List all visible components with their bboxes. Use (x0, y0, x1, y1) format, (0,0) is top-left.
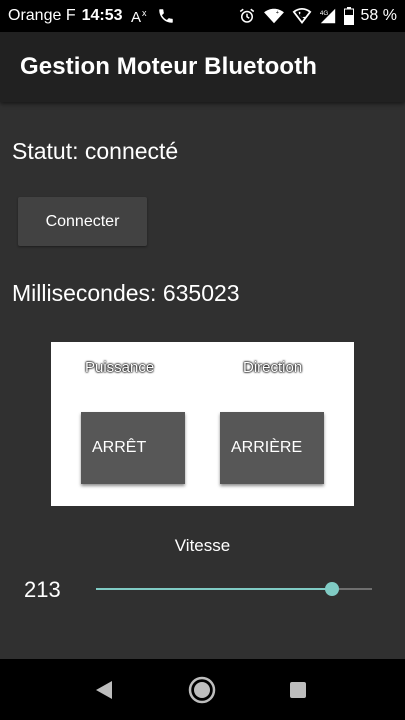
power-toggle-button[interactable]: ARRÊT (81, 412, 185, 484)
home-button[interactable] (172, 659, 232, 720)
text-size-icon: Ax (131, 8, 149, 24)
connection-status: Statut: connecté (12, 138, 179, 164)
app-bar: Gestion Moteur Bluetooth (0, 32, 405, 102)
wifi-call-icon (292, 7, 312, 25)
status-bar: Orange F 14:53 Ax + 4G 58 % (0, 0, 405, 32)
carrier-name: Orange F (8, 7, 76, 24)
phone-icon (157, 7, 175, 25)
navigation-bar (0, 659, 405, 720)
recent-apps-icon (290, 681, 306, 698)
power-label: Puissance (85, 359, 155, 376)
direction-label: Direction (243, 359, 303, 376)
connect-button[interactable]: Connecter (18, 197, 147, 246)
app-title: Gestion Moteur Bluetooth (20, 53, 318, 80)
battery-percentage: 58 % (360, 7, 397, 24)
battery-icon (343, 7, 354, 25)
home-icon (188, 676, 216, 703)
back-icon (96, 680, 112, 699)
speed-slider[interactable] (96, 578, 372, 600)
slider-thumb[interactable] (325, 582, 340, 596)
svg-text:+: + (275, 10, 278, 16)
svg-text:A: A (131, 9, 141, 24)
svg-text:x: x (142, 8, 147, 18)
milliseconds-readout: Millisecondes: 635023 (12, 280, 240, 306)
control-panel: Puissance Direction ARRÊT ARRIÈRE (51, 342, 354, 506)
recent-apps-button[interactable] (268, 659, 328, 720)
speed-value: 213 (24, 577, 61, 602)
alarm-icon (238, 7, 256, 25)
svg-text:4G: 4G (319, 10, 328, 17)
wifi-icon: + (263, 7, 285, 25)
back-button[interactable] (74, 659, 134, 720)
direction-toggle-button[interactable]: ARRIÈRE (220, 412, 324, 484)
slider-fill (96, 588, 333, 590)
clock: 14:53 (81, 7, 123, 24)
speed-label: Vitesse (174, 536, 231, 555)
signal-icon: 4G (319, 7, 337, 25)
